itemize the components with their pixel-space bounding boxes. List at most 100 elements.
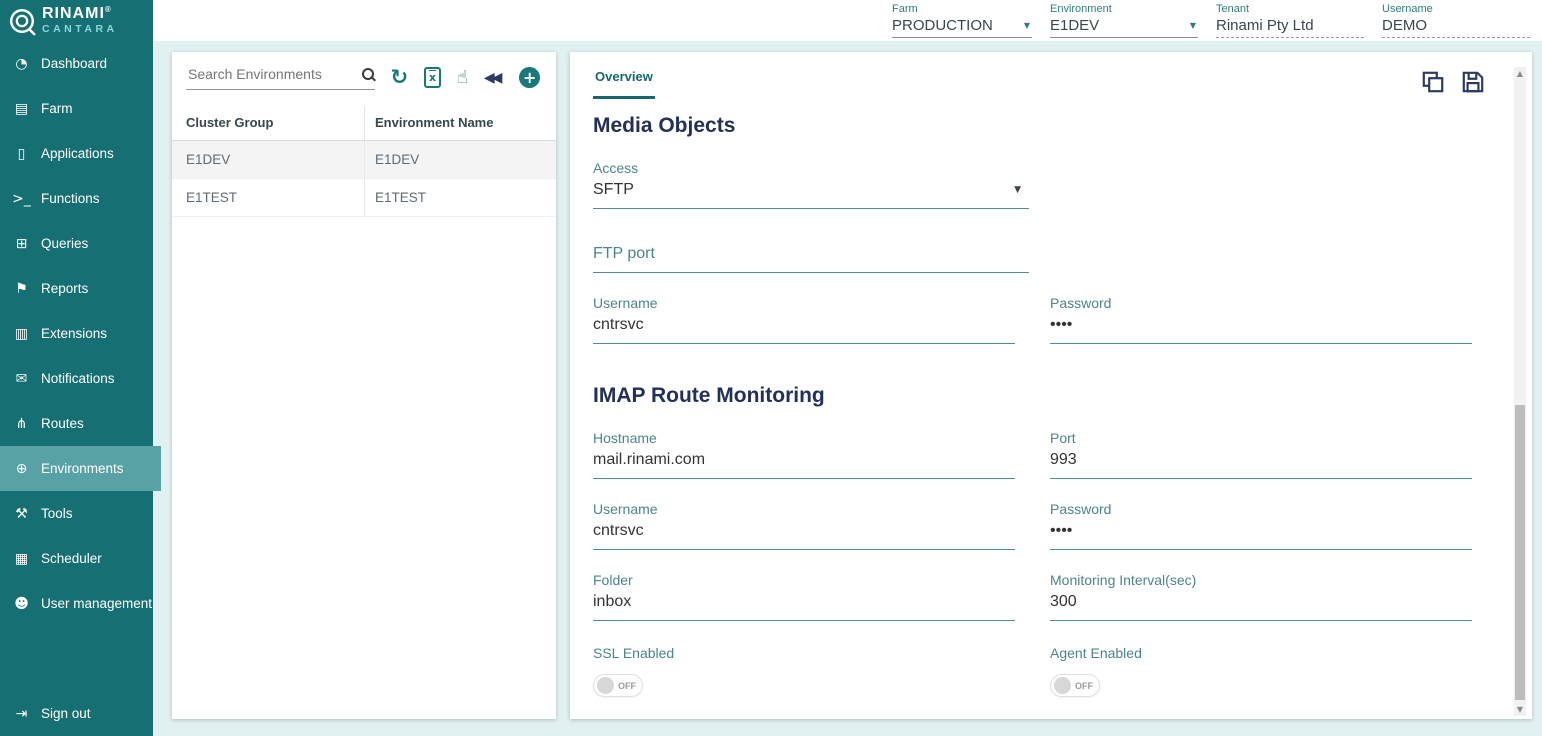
environment-label: Environment [1050,3,1198,16]
imap-hostname-field[interactable]: Hostname mail.rinami.com [593,430,1015,479]
save-button[interactable] [1460,69,1486,95]
brand-logo[interactable]: RINAMI® CANTARA [0,0,153,41]
excel-export-icon[interactable]: x [424,67,441,88]
imap-port-label: Port [1050,430,1472,446]
media-password-field[interactable]: Password •••• [1050,295,1472,344]
agent-enabled-label: Agent Enabled [1050,645,1472,661]
table-row[interactable]: E1TEST E1TEST [172,179,556,217]
sidebar-item-reports[interactable]: ⚑ Reports [0,266,153,311]
farm-select[interactable]: Farm PRODUCTION ▼ [892,3,1032,41]
imap-hostname-label: Hostname [593,430,1015,446]
search-icon[interactable] [362,68,375,81]
imap-folder-field[interactable]: Folder inbox [593,572,1015,621]
excel-x-glyph: x [429,72,436,83]
brand-name: RINAMI [42,5,105,22]
refresh-icon[interactable]: ↻ [391,67,409,88]
cell-cluster-group: E1TEST [172,179,365,216]
access-select-field[interactable]: Access SFTP ▼ [593,160,1029,209]
ftp-port-label: FTP port [593,245,655,263]
ssl-enabled-toggle[interactable]: OFF [593,674,643,697]
environment-detail-panel: Overview Media Objects Access SFT [570,52,1532,719]
sidebar-item-routes[interactable]: ⋔ Routes [0,401,153,446]
sidebar-item-label: Applications [41,146,114,161]
imap-password-value: •••• [1050,522,1072,540]
sidebar-item-queries[interactable]: ⊞ Queries [0,221,153,266]
sidebar-item-dashboard[interactable]: ◔ Dashboard [0,41,153,86]
scroll-up-icon[interactable]: ▲ [1514,69,1526,78]
scrollbar-thumb[interactable] [1515,405,1525,700]
sidebar-item-label: User management [41,596,152,611]
select-hand-icon[interactable]: ☝ [457,69,468,87]
ftp-port-field[interactable]: FTP port [593,245,1029,273]
detail-tab-bar: Overview [570,52,1532,100]
scroll-down-icon[interactable]: ▼ [1514,705,1526,714]
sidebar-item-label: Dashboard [41,56,107,71]
sidebar-item-label: Functions [41,191,100,206]
cell-environment-name: E1TEST [365,179,556,216]
collapse-panel-icon[interactable]: ◀◀ [484,71,503,85]
imap-credentials-row: Username cntrsvc Password •••• [593,479,1472,550]
imap-folder-row: Folder inbox Monitoring Interval(sec) 30… [593,550,1472,621]
media-username-field[interactable]: Username cntrsvc [593,295,1015,344]
chevron-down-icon: ▼ [1024,21,1030,30]
copy-icon [1420,69,1446,95]
add-environment-button[interactable]: + [519,67,540,88]
column-header-environment-name[interactable]: Environment Name [365,106,556,140]
ssl-enabled-field: SSL Enabled OFF [593,645,1015,697]
search-input[interactable] [186,65,358,83]
copy-button[interactable] [1420,69,1446,95]
imap-folder-value: inbox [593,593,631,611]
sidebar-item-user-management[interactable]: ☻ User management [0,581,153,626]
farm-value: PRODUCTION [892,17,993,34]
username-field: Username DEMO [1382,3,1530,41]
media-credentials-row: Username cntrsvc Password •••• [593,273,1472,344]
users-icon: ☻ [11,596,32,612]
sidebar-item-tools[interactable]: ⚒ Tools [0,491,153,536]
sidebar-item-applications[interactable]: ▯ Applications [0,131,153,176]
imap-host-row: Hostname mail.rinami.com Port 993 [593,408,1472,479]
calendar-icon: ▦ [11,551,32,567]
access-value: SFTP [593,181,634,199]
sidebar-item-label: Farm [41,101,73,116]
username-label: Username [1382,3,1530,16]
vertical-scrollbar[interactable]: ▲ ▼ [1514,67,1526,716]
sidebar-item-notifications[interactable]: ✉ Notifications [0,356,153,401]
table-row[interactable]: E1DEV E1DEV [172,141,556,179]
tab-overview[interactable]: Overview [593,69,655,99]
branch-icon: ⋔ [11,416,32,432]
imap-interval-field[interactable]: Monitoring Interval(sec) 300 [1050,572,1472,621]
imap-username-field[interactable]: Username cntrsvc [593,501,1015,550]
header-context-fields: Farm PRODUCTION ▼ Environment E1DEV ▼ Te… [892,0,1542,41]
column-header-cluster-group[interactable]: Cluster Group [172,106,365,140]
globe-icon: ⊕ [11,461,32,477]
sidebar-item-functions[interactable]: >_ Functions [0,176,153,221]
environment-select[interactable]: Environment E1DEV ▼ [1050,3,1198,41]
section-title-media-objects: Media Objects [593,114,1472,138]
imap-password-label: Password [1050,501,1472,517]
sidebar-item-label: Extensions [41,326,107,341]
tenant-label: Tenant [1216,3,1364,16]
section-title-imap-route-monitoring: IMAP Route Monitoring [593,384,1472,408]
table-header: Cluster Group Environment Name [172,106,556,141]
toggle-knob [1054,677,1071,694]
flag-icon: ⚑ [11,281,32,297]
sidebar-item-environments[interactable]: ⊕ Environments [0,446,161,491]
tenant-field: Tenant Rinami Pty Ltd [1216,3,1364,41]
toggle-state-label: OFF [1075,681,1093,691]
agent-enabled-toggle[interactable]: OFF [1050,674,1100,697]
table-grid-icon: ⊞ [11,236,32,252]
imap-port-value: 993 [1050,451,1077,469]
brand-text: RINAMI® CANTARA [42,6,118,35]
sidebar-item-sign-out[interactable]: ⇥ Sign out [0,691,153,736]
farm-label: Farm [892,3,1032,16]
brand-subname: CANTARA [42,24,118,35]
sidebar-item-label: Queries [41,236,88,251]
terminal-icon: >_ [11,191,32,207]
sidebar-item-extensions[interactable]: ▥ Extensions [0,311,153,356]
imap-port-field[interactable]: Port 993 [1050,430,1472,479]
search-environments-field[interactable] [186,65,375,90]
media-username-label: Username [593,295,1015,311]
sidebar-item-scheduler[interactable]: ▦ Scheduler [0,536,153,581]
sidebar-item-farm[interactable]: ▤ Farm [0,86,153,131]
imap-password-field[interactable]: Password •••• [1050,501,1472,550]
